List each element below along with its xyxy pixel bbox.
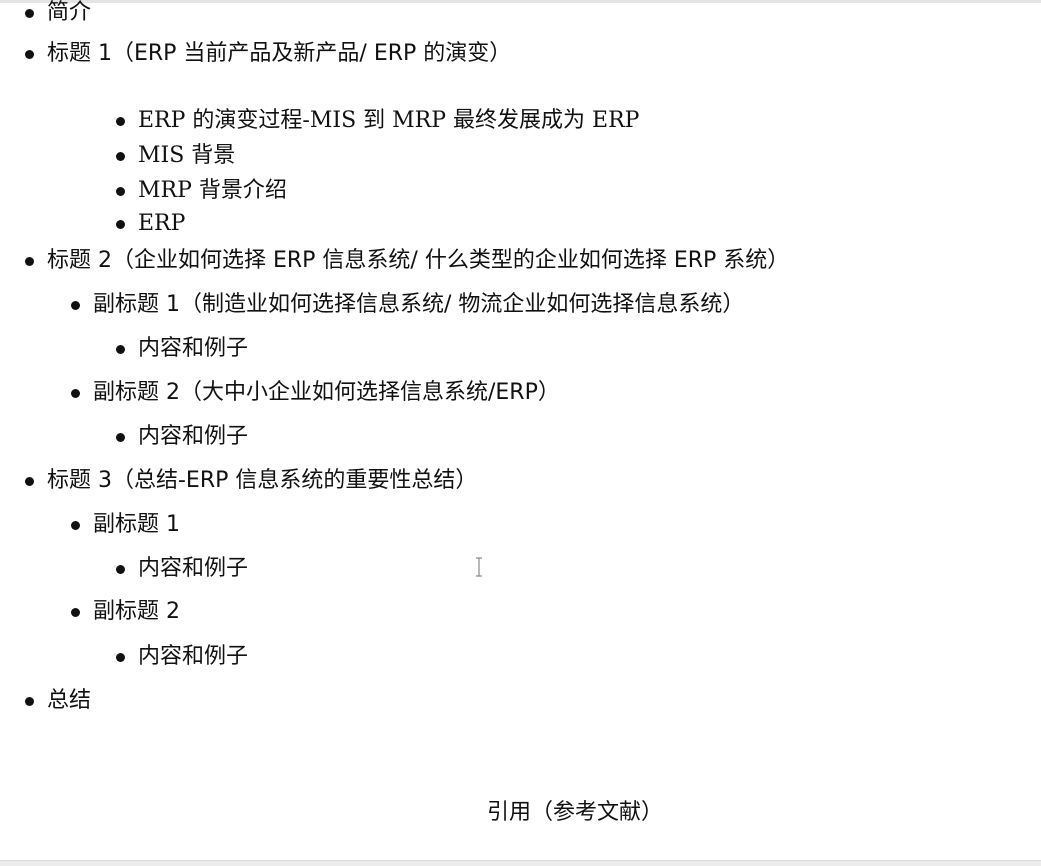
list-item[interactable]: ERP 的演变过程-MIS 到 MRP 最终发展成为 ERP xyxy=(116,106,640,136)
bullet-icon xyxy=(71,301,80,310)
bullet-icon xyxy=(116,187,125,196)
bullet-icon xyxy=(116,653,125,662)
bullet-icon xyxy=(116,433,125,442)
outline-item-text: 内容和例子 xyxy=(138,556,249,581)
bullet-icon xyxy=(25,257,34,266)
outline-heading-3[interactable]: 标题 3（总结-ERP 信息系统的重要性总结） xyxy=(25,466,478,496)
outline-subheading[interactable]: 副标题 2 xyxy=(71,597,180,627)
outline-item-text: 副标题 2 xyxy=(93,599,180,624)
outline-item-text: 总结 xyxy=(47,688,92,713)
bullet-icon xyxy=(116,345,125,354)
outline-item-text: 副标题 1（制造业如何选择信息系统/ 物流企业如何选择信息系统） xyxy=(93,292,745,317)
outline-item-text: MRP 背景介绍 xyxy=(138,178,287,203)
outline-heading-2[interactable]: 标题 2（企业如何选择 ERP 信息系统/ 什么类型的企业如何选择 ERP 系统… xyxy=(25,246,790,276)
bullet-icon xyxy=(71,608,80,617)
outline-item-intro[interactable]: 简介 xyxy=(25,0,92,28)
bullet-icon xyxy=(116,220,125,229)
bullet-icon xyxy=(71,521,80,530)
outline-subheading[interactable]: 副标题 1（制造业如何选择信息系统/ 物流企业如何选择信息系统） xyxy=(71,290,745,320)
references-title[interactable]: 引用（参考文献） xyxy=(0,798,1041,828)
outline-item-text: MIS 背景 xyxy=(138,143,236,168)
outline-item-text: 内容和例子 xyxy=(138,644,249,669)
outline-item-text: 副标题 2（大中小企业如何选择信息系统/ERP） xyxy=(93,380,560,405)
outline-item-text: 简介 xyxy=(47,0,92,25)
outline-item-text: 副标题 1 xyxy=(93,512,180,537)
outline-item-text: 内容和例子 xyxy=(138,424,249,449)
outline-item-text: 标题 2（企业如何选择 ERP 信息系统/ 什么类型的企业如何选择 ERP 系统… xyxy=(47,248,790,273)
list-item[interactable]: 内容和例子 xyxy=(116,334,249,364)
outline-item-text: 内容和例子 xyxy=(138,336,249,361)
list-item[interactable]: 内容和例子 xyxy=(116,422,249,452)
outline-item-text: 标题 3（总结-ERP 信息系统的重要性总结） xyxy=(47,468,478,493)
bullet-icon xyxy=(116,152,125,161)
outline-item-text: ERP 的演变过程-MIS 到 MRP 最终发展成为 ERP xyxy=(138,108,640,133)
outline-item-summary[interactable]: 总结 xyxy=(25,686,92,716)
bullet-icon xyxy=(25,50,34,59)
document-page[interactable]: 简介 标题 1（ERP 当前产品及新产品/ ERP 的演变） ERP 的演变过程… xyxy=(0,0,1041,860)
outline-subheading[interactable]: 副标题 2（大中小企业如何选择信息系统/ERP） xyxy=(71,378,560,408)
bullet-icon xyxy=(116,117,125,126)
window-bottom-edge xyxy=(0,860,1041,866)
bullet-icon xyxy=(25,477,34,486)
list-item[interactable]: 内容和例子 xyxy=(116,642,249,672)
bullet-icon xyxy=(25,9,34,18)
outline-subheading[interactable]: 副标题 1 xyxy=(71,510,180,540)
bullet-icon xyxy=(25,697,34,706)
list-item[interactable]: MRP 背景介绍 xyxy=(116,176,287,206)
outline-heading-1[interactable]: 标题 1（ERP 当前产品及新产品/ ERP 的演变） xyxy=(25,39,512,69)
list-item[interactable]: 内容和例子 xyxy=(116,554,249,584)
text-cursor-icon xyxy=(476,557,482,577)
list-item[interactable]: MIS 背景 xyxy=(116,141,236,171)
outline-item-text: ERP xyxy=(138,211,186,236)
bullet-icon xyxy=(71,389,80,398)
outline-item-text: 标题 1（ERP 当前产品及新产品/ ERP 的演变） xyxy=(47,41,512,66)
bullet-icon xyxy=(116,565,125,574)
list-item[interactable]: ERP xyxy=(116,209,186,239)
